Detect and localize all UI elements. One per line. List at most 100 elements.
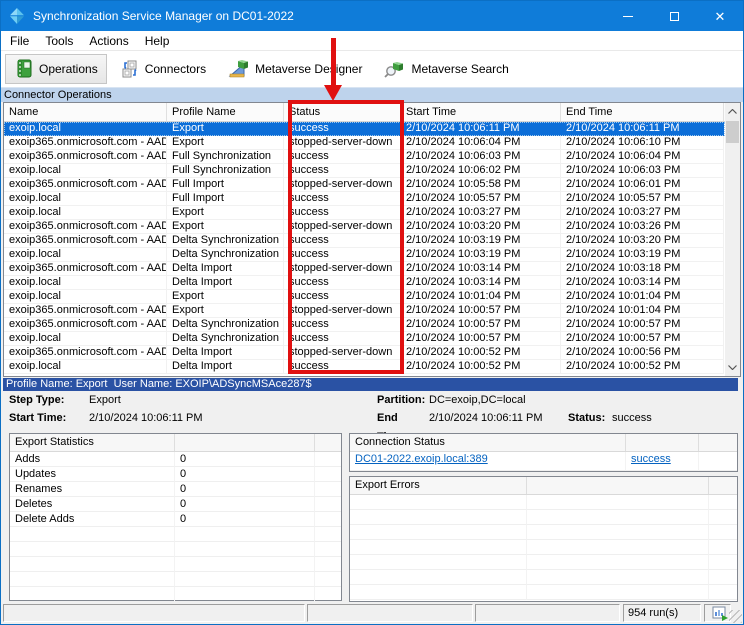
table-row[interactable]: exoip365.onmicrosoft.com - AADDelta Sync…	[4, 318, 725, 332]
connection-result-cell: success	[626, 452, 699, 471]
cell-status: success	[284, 290, 401, 304]
cell-name: exoip.local	[4, 290, 167, 304]
column-header-start-time[interactable]: Start Time	[401, 103, 561, 121]
maximize-button[interactable]	[651, 1, 697, 31]
cell-status: success	[284, 122, 401, 136]
export-statistics-title: Export Statistics	[10, 434, 175, 451]
minimize-button[interactable]	[605, 1, 651, 31]
statistics-icon	[712, 606, 728, 621]
sync-service-manager-window: Synchronization Service Manager on DC01-…	[0, 0, 744, 625]
table-row[interactable]: exoip365.onmicrosoft.com - AADExportstop…	[4, 136, 725, 150]
table-row[interactable]: exoip.localDelta Importsuccess2/10/2024 …	[4, 360, 725, 374]
column-header-end-time[interactable]: End Time	[561, 103, 724, 121]
cell-status: stopped-server-down	[284, 220, 401, 234]
export-statistics-body: Adds0Updates0Renames0Deletes0Delete Adds…	[10, 452, 341, 602]
operations-button[interactable]: Operations	[5, 54, 107, 84]
status-label: Status:	[568, 409, 612, 428]
export-errors-header-spacer	[527, 477, 709, 494]
table-row[interactable]: exoip.localExportsuccess2/10/2024 10:01:…	[4, 290, 725, 304]
connector-operations-header: Connector Operations	[1, 87, 743, 102]
cell-profile: Full Import	[167, 178, 284, 192]
export-errors-cell	[709, 525, 737, 540]
column-header-status[interactable]: Status	[284, 103, 401, 121]
export-errors-cell	[709, 555, 737, 570]
connection-status-header-filler	[699, 434, 737, 451]
table-row[interactable]: exoip.localExportsuccess2/10/2024 10:06:…	[4, 122, 725, 136]
server-link[interactable]: DC01-2022.exoip.local:389	[355, 453, 488, 465]
export-errors-cell	[527, 570, 709, 585]
table-row[interactable]: exoip365.onmicrosoft.com - AADFull Impor…	[4, 178, 725, 192]
menu-help[interactable]: Help	[137, 31, 178, 51]
status-panel-3	[475, 604, 620, 622]
cell-end: 2/10/2024 10:00:52 PM	[561, 360, 724, 374]
cell-name: exoip365.onmicrosoft.com - AAD	[4, 304, 167, 318]
table-row[interactable]: exoip.localFull Importsuccess2/10/2024 1…	[4, 192, 725, 206]
maximize-icon	[670, 12, 679, 21]
close-button[interactable]: ✕	[697, 1, 743, 31]
cell-start: 2/10/2024 10:05:58 PM	[401, 178, 561, 192]
cell-name: exoip365.onmicrosoft.com - AAD	[4, 220, 167, 234]
connectors-sync-icon	[120, 59, 140, 79]
cell-status: stopped-server-down	[284, 136, 401, 150]
scrollbar-thumb[interactable]	[726, 121, 739, 143]
export-statistics-header-filler	[315, 434, 341, 451]
export-errors-cell	[709, 510, 737, 525]
menu-file[interactable]: File	[1, 31, 37, 51]
connectors-button[interactable]: Connectors	[111, 54, 215, 84]
statistic-label: Deletes	[10, 497, 175, 512]
cell-name: exoip.local	[4, 248, 167, 262]
table-row[interactable]: exoip.localDelta Synchronizationsuccess2…	[4, 332, 725, 346]
statistics-row: Adds0	[10, 452, 341, 467]
table-row[interactable]: exoip.localFull Synchronizationsuccess2/…	[4, 164, 725, 178]
status-bar: 954 run(s)	[1, 602, 743, 624]
connection-row-filler	[699, 452, 737, 471]
table-row[interactable]: exoip365.onmicrosoft.com - AADDelta Impo…	[4, 346, 725, 360]
table-row[interactable]: exoip365.onmicrosoft.com - AADFull Synch…	[4, 150, 725, 164]
vertical-scrollbar[interactable]	[725, 103, 740, 376]
table-row[interactable]: exoip.localDelta Importsuccess2/10/2024 …	[4, 276, 725, 290]
table-row[interactable]: exoip365.onmicrosoft.com - AADExportstop…	[4, 304, 725, 318]
export-statistics-panel: Export Statistics Adds0Updates0Renames0D…	[9, 433, 342, 601]
statistic-filler	[315, 572, 341, 587]
statistic-value: 0	[175, 497, 315, 512]
menu-tools[interactable]: Tools	[37, 31, 81, 51]
cell-end: 2/10/2024 10:06:10 PM	[561, 136, 724, 150]
cell-profile: Delta Synchronization	[167, 332, 284, 346]
export-statistics-header: Export Statistics	[10, 434, 341, 452]
column-header-name[interactable]: Name	[4, 103, 167, 121]
metaverse-designer-button[interactable]: Metaverse Designer	[219, 54, 371, 84]
resize-grip[interactable]	[729, 610, 742, 623]
cell-name: exoip.local	[4, 360, 167, 374]
table-row[interactable]: exoip365.onmicrosoft.com - AADExportstop…	[4, 220, 725, 234]
export-errors-empty-row	[350, 555, 737, 570]
scroll-up-icon[interactable]	[725, 103, 740, 120]
menu-actions[interactable]: Actions	[81, 31, 136, 51]
cell-name: exoip365.onmicrosoft.com - AAD	[4, 318, 167, 332]
cell-name: exoip.local	[4, 192, 167, 206]
column-header-profile-name[interactable]: Profile Name	[167, 103, 284, 121]
metaverse-search-button[interactable]: Metaverse Search	[375, 54, 517, 84]
export-errors-cell	[527, 525, 709, 540]
connection-status-title: Connection Status	[350, 434, 626, 451]
operations-journal-icon	[14, 59, 34, 79]
cell-name: exoip.local	[4, 276, 167, 290]
cell-status: success	[284, 332, 401, 346]
cell-end: 2/10/2024 10:00:57 PM	[561, 318, 724, 332]
cell-start: 2/10/2024 10:03:14 PM	[401, 276, 561, 290]
statistic-value	[175, 557, 315, 572]
cell-start: 2/10/2024 10:06:11 PM	[401, 122, 561, 136]
cell-end: 2/10/2024 10:06:11 PM	[561, 122, 724, 136]
export-errors-empty-row	[350, 570, 737, 585]
scroll-down-icon[interactable]	[725, 359, 740, 376]
export-errors-cell	[709, 495, 737, 510]
cell-name: exoip.local	[4, 122, 167, 136]
table-row[interactable]: exoip365.onmicrosoft.com - AADDelta Impo…	[4, 262, 725, 276]
menu-bar: File Tools Actions Help	[1, 31, 743, 51]
table-row[interactable]: exoip.localDelta Synchronizationsuccess2…	[4, 248, 725, 262]
connection-success-link[interactable]: success	[631, 453, 671, 465]
table-row[interactable]: exoip365.onmicrosoft.com - AADDelta Sync…	[4, 234, 725, 248]
table-row[interactable]: exoip.localExportsuccess2/10/2024 10:03:…	[4, 206, 725, 220]
export-errors-empty-row	[350, 540, 737, 555]
export-errors-cell	[350, 585, 527, 600]
connection-status-header: Connection Status	[350, 434, 737, 452]
